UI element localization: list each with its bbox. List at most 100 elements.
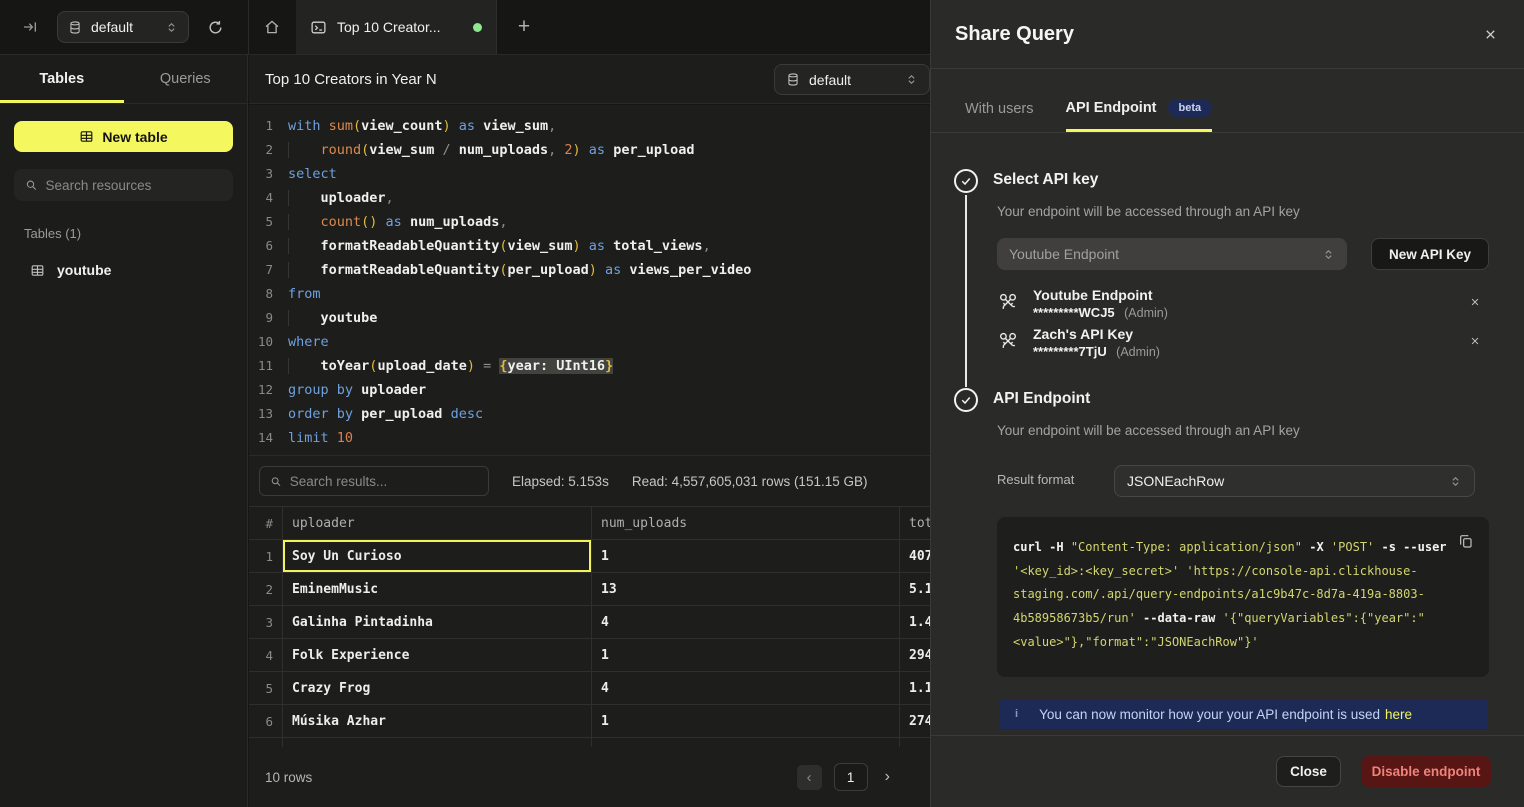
table-name: youtube	[57, 262, 111, 278]
resource-search-input[interactable]	[46, 178, 222, 193]
query-tab[interactable]: Top 10 Creator...	[296, 0, 497, 54]
results-search[interactable]	[259, 466, 489, 496]
info-icon: i	[1015, 708, 1018, 720]
step2-subheading: Your endpoint will be accessed through a…	[997, 423, 1300, 438]
current-page[interactable]: 1	[834, 763, 868, 791]
code-text: limit 10	[288, 426, 353, 450]
tab-tables[interactable]: Tables	[0, 55, 124, 103]
api-key-info: Zach's API Key *********7TjU (Admin)	[1033, 325, 1160, 361]
refresh-icon[interactable]	[207, 19, 224, 36]
column-header[interactable]: num_uploads	[592, 507, 900, 539]
token: )	[573, 142, 581, 158]
num-uploads-cell[interactable]: 1	[592, 540, 900, 572]
line-number: 12	[249, 378, 273, 402]
column-header[interactable]: uploader	[283, 507, 592, 539]
disable-endpoint-button[interactable]: Disable endpoint	[1361, 756, 1491, 787]
search-icon	[25, 178, 38, 192]
sql-editor[interactable]: 1with sum(view_count) as view_sum,2 roun…	[249, 105, 930, 455]
tab-api-endpoint[interactable]: API Endpoint beta	[1066, 99, 1213, 132]
close-button[interactable]: Close	[1276, 756, 1341, 787]
remove-key-icon[interactable]	[1470, 297, 1480, 307]
query-tab-title: Top 10 Creator...	[337, 19, 441, 35]
num-uploads-cell[interactable]: 1	[592, 705, 900, 737]
collapse-sidebar-icon[interactable]	[22, 19, 38, 35]
token: '<key_id>:<key_secret>'	[1013, 564, 1186, 578]
line-number: 9	[249, 306, 273, 330]
result-format-select[interactable]: JSONEachRow	[1114, 465, 1475, 497]
uploader-cell[interactable]: Galinha Pintadinha	[283, 606, 592, 638]
api-key-name: Youtube Endpoint	[1033, 286, 1168, 304]
panel-header: Share Query	[931, 0, 1524, 69]
uploader-cell[interactable]: Músika Azhar	[283, 705, 592, 737]
sidebar-table-item[interactable]: youtube	[0, 256, 247, 284]
api-key-select[interactable]: Youtube Endpoint	[997, 238, 1347, 270]
prev-page-button[interactable]: ‹	[797, 765, 822, 790]
uploader-cell[interactable]: Soy Un Curioso	[283, 540, 592, 572]
chevron-updown-icon	[1322, 248, 1335, 261]
step-rail	[965, 195, 967, 387]
api-key-select-value: Youtube Endpoint	[1009, 246, 1119, 262]
token: -X	[1309, 540, 1331, 554]
database-selector[interactable]: default	[57, 11, 189, 43]
keys-icon	[997, 290, 1019, 312]
row-number-cell[interactable]: 1	[249, 540, 283, 572]
chevron-updown-icon	[1449, 475, 1462, 488]
uploader-cell[interactable]: Folk Experience	[283, 639, 592, 671]
uploader-cell[interactable]: Crazy Frog	[283, 672, 592, 704]
uploader-cell[interactable]: EminemMusic	[283, 573, 592, 605]
token: count	[321, 214, 362, 230]
api-key-item[interactable]: Zach's API Key *********7TjU (Admin)	[997, 325, 1489, 364]
token: sum	[329, 118, 353, 134]
column-header[interactable]: #	[249, 507, 283, 539]
remove-key-icon[interactable]	[1470, 336, 1480, 346]
row-number-cell[interactable]: 5	[249, 672, 283, 704]
code-line: 13order by per_upload desc	[249, 402, 930, 426]
new-table-button[interactable]: New table	[14, 121, 233, 152]
code-text: from	[288, 282, 321, 306]
token: )	[467, 358, 475, 374]
new-api-key-button[interactable]: New API Key	[1371, 238, 1489, 270]
close-icon[interactable]	[1483, 27, 1498, 42]
api-key-item[interactable]: Youtube Endpoint *********WCJ5 (Admin)	[997, 286, 1489, 325]
editor-database-selector[interactable]: default	[774, 64, 930, 95]
results-table-body: 1Soy Un Curioso14072EminemMusic135.13Gal…	[249, 540, 1008, 738]
chevron-updown-icon	[905, 73, 918, 86]
tab-with-users[interactable]: With users	[965, 101, 1034, 132]
next-page-button[interactable]: ›	[885, 768, 890, 786]
api-key-role: (Admin)	[1121, 306, 1168, 320]
code-line: 6 formatReadableQuantity(view_sum) as to…	[249, 234, 930, 258]
token: )	[573, 238, 581, 254]
row-number-cell[interactable]: 4	[249, 639, 283, 671]
sidebar-tabs: Tables Queries	[0, 55, 247, 104]
token: with	[288, 118, 329, 134]
chevron-updown-icon	[165, 21, 178, 34]
num-uploads-cell[interactable]: 1	[592, 639, 900, 671]
token: ,	[386, 190, 394, 206]
code-text: count() as num_uploads,	[288, 210, 507, 234]
new-tab-button[interactable]: +	[511, 14, 537, 40]
row-number-cell[interactable]: 6	[249, 705, 283, 737]
token: view_count	[361, 118, 442, 134]
token	[288, 310, 321, 326]
results-search-input[interactable]	[290, 474, 478, 489]
row-number-cell[interactable]: 3	[249, 606, 283, 638]
token: upload_date	[377, 358, 466, 374]
curl-command-block: curl -H "Content-Type: application/json"…	[997, 517, 1489, 677]
num-uploads-cell[interactable]: 4	[592, 606, 900, 638]
read-stat: Read: 4,557,605,031 rows (151.15 GB)	[632, 474, 868, 489]
new-table-label: New table	[102, 129, 167, 145]
code-line: 1with sum(view_count) as view_sum,	[249, 114, 930, 138]
row-number-cell[interactable]: 2	[249, 573, 283, 605]
code-text: group by uploader	[288, 378, 426, 402]
home-button[interactable]	[248, 0, 296, 54]
api-key-list: Youtube Endpoint *********WCJ5 (Admin) Z…	[997, 286, 1489, 364]
resource-search[interactable]	[14, 169, 233, 201]
code-text: where	[288, 330, 329, 354]
num-uploads-cell[interactable]: 13	[592, 573, 900, 605]
tab-queries[interactable]: Queries	[124, 55, 248, 103]
num-uploads-cell[interactable]: 4	[592, 672, 900, 704]
line-number: 3	[249, 162, 273, 186]
banner-here-link[interactable]: here	[1385, 707, 1412, 722]
token: youtube	[321, 310, 378, 326]
copy-icon[interactable]	[1458, 533, 1474, 549]
